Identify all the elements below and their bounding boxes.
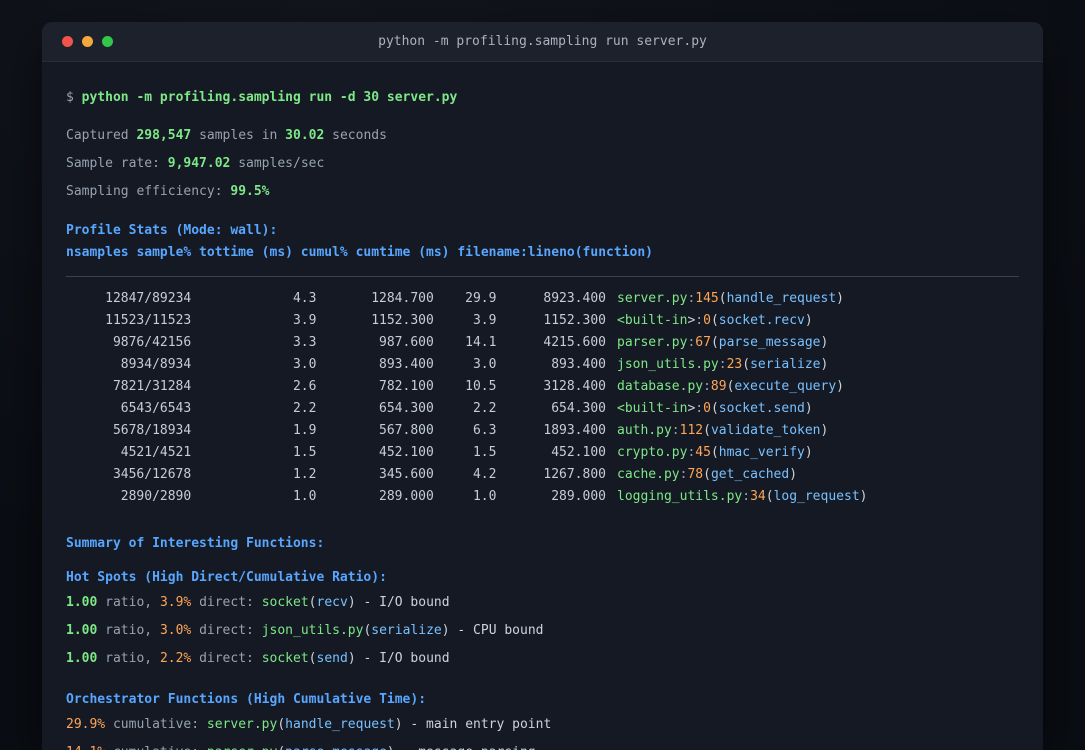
orchestrators-list: 29.9% cumulative: server.py(handle_reque…: [66, 711, 1019, 750]
cell-cumul_pct: 29.9: [465, 291, 497, 306]
stat-line: Captured 298,547 samples in 30.02 second…: [66, 128, 387, 143]
cell-tottime_ms: 1284.700: [371, 291, 434, 306]
profile-row: 2890/2890 1.0 289.000 1.0 289.000 logging_uti…: [66, 486, 1019, 508]
cell-cumtime_ms: 3128.400: [543, 379, 606, 394]
prompt-symbol: $: [66, 90, 82, 105]
cell-tottime_ms: 289.000: [379, 489, 434, 504]
cell-cumul_pct: 10.5: [465, 379, 497, 394]
profile-row: 11523/11523 3.9 1152.300 3.9 1152.300 <built-…: [66, 310, 1019, 332]
cell-cumtime_ms: 893.400: [551, 357, 606, 372]
window-title: python -m profiling.sampling run server.…: [378, 34, 707, 49]
orchestrators-title: Orchestrator Functions (High Cumulative …: [66, 692, 427, 707]
cell-tottime_ms: 567.800: [379, 423, 434, 438]
profile-table: 12847/89234 4.3 1284.700 29.9 8923.400 server…: [66, 288, 1019, 508]
hot-spot-line: 1.00 ratio, 2.2% direct: socket(send) - …: [66, 651, 450, 666]
terminal-output[interactable]: $ python -m profiling.sampling run -d 30…: [42, 62, 1043, 750]
profile-row: 12847/89234 4.3 1284.700 29.9 8923.400 server…: [66, 288, 1019, 310]
hot-spots-title: Hot Spots (High Direct/Cumulative Ratio)…: [66, 570, 387, 585]
window-controls: [62, 22, 113, 61]
cell-tottime_ms: 452.100: [379, 445, 434, 460]
cell-function: <built-in>:0(socket.send): [617, 401, 813, 416]
hot-spot-line: 1.00 ratio, 3.9% direct: socket(recv) - …: [66, 595, 450, 610]
profile-row: 4521/4521 1.5 452.100 1.5 452.100 crypto.py:4…: [66, 442, 1019, 464]
cell-cumul_pct: 4.2: [472, 467, 497, 482]
cell-sample_pct: 2.6: [292, 379, 317, 394]
cell-nsamples: 7821/31284: [112, 379, 192, 394]
cell-nsamples: 3456/12678: [112, 467, 192, 482]
cell-function: database.py:89(execute_query): [617, 379, 844, 394]
cell-tottime_ms: 893.400: [379, 357, 434, 372]
cell-sample_pct: 3.9: [292, 313, 317, 328]
cell-tottime_ms: 654.300: [379, 401, 434, 416]
cell-cumul_pct: 14.1: [465, 335, 497, 350]
cell-cumtime_ms: 1152.300: [543, 313, 606, 328]
stat-line: Sample rate: 9,947.02 samples/sec: [66, 156, 325, 171]
cell-sample_pct: 1.5: [292, 445, 317, 460]
profile-row: 7821/31284 2.6 782.100 10.5 3128.400 database…: [66, 376, 1019, 398]
profile-row: 5678/18934 1.9 567.800 6.3 1893.400 auth.py:1…: [66, 420, 1019, 442]
cell-cumtime_ms: 1893.400: [543, 423, 606, 438]
cell-nsamples: 8934/8934: [120, 357, 192, 372]
cell-tottime_ms: 987.600: [379, 335, 434, 350]
cell-nsamples: 2890/2890: [120, 489, 192, 504]
summary-title: Summary of Interesting Functions:: [66, 536, 325, 551]
cell-cumtime_ms: 289.000: [551, 489, 606, 504]
cell-function: parser.py:67(parse_message): [617, 335, 829, 350]
cell-cumtime_ms: 4215.600: [543, 335, 606, 350]
cell-cumul_pct: 1.0: [472, 489, 497, 504]
cell-sample_pct: 1.9: [292, 423, 317, 438]
cell-nsamples: 5678/18934: [112, 423, 192, 438]
cell-function: auth.py:112(validate_token): [617, 423, 829, 438]
cell-cumtime_ms: 1267.800: [543, 467, 606, 482]
maximize-button[interactable]: [102, 36, 113, 47]
cell-nsamples: 12847/89234: [105, 291, 192, 306]
cell-cumul_pct: 3.0: [472, 357, 497, 372]
cell-sample_pct: 4.3: [292, 291, 317, 306]
hot-spot-line: 1.00 ratio, 3.0% direct: json_utils.py(s…: [66, 623, 544, 638]
cell-sample_pct: 3.0: [292, 357, 317, 372]
cell-function: json_utils.py:23(serialize): [617, 357, 829, 372]
cell-nsamples: 4521/4521: [120, 445, 192, 460]
command-text: python -m profiling.sampling run -d 30 s…: [81, 90, 458, 105]
cell-cumul_pct: 3.9: [472, 313, 497, 328]
profile-row: 9876/42156 3.3 987.600 14.1 4215.600 parser.p…: [66, 332, 1019, 354]
profile-row: 3456/12678 1.2 345.600 4.2 1267.800 cache.py:…: [66, 464, 1019, 486]
cell-function: <built-in>:0(socket.recv): [617, 313, 813, 328]
minimize-button[interactable]: [82, 36, 93, 47]
orchestrator-line: 14.1% cumulative: parser.py(parse_messag…: [66, 739, 1019, 750]
cell-sample_pct: 3.3: [292, 335, 317, 350]
cell-cumtime_ms: 654.300: [551, 401, 606, 416]
table-divider: [66, 276, 1019, 277]
command-line: $ python -m profiling.sampling run -d 30…: [66, 84, 1019, 112]
profile-columns-header: nsamples sample% tottime (ms) cumul% cum…: [66, 245, 653, 260]
cell-sample_pct: 1.2: [292, 467, 317, 482]
cell-cumul_pct: 6.3: [472, 423, 497, 438]
cell-tottime_ms: 345.600: [379, 467, 434, 482]
hot-spots-list: 1.00 ratio, 3.9% direct: socket(recv) - …: [66, 589, 1019, 673]
cell-tottime_ms: 782.100: [379, 379, 434, 394]
cell-nsamples: 6543/6543: [120, 401, 192, 416]
profile-stats-title: Profile Stats (Mode: wall):: [66, 223, 278, 238]
cell-cumtime_ms: 452.100: [551, 445, 606, 460]
cell-nsamples: 9876/42156: [112, 335, 192, 350]
profile-row: 8934/8934 3.0 893.400 3.0 893.400 json_utils.…: [66, 354, 1019, 376]
cell-cumul_pct: 1.5: [472, 445, 497, 460]
orchestrator-line: 29.9% cumulative: server.py(handle_reque…: [66, 717, 552, 732]
close-button[interactable]: [62, 36, 73, 47]
cell-nsamples: 11523/11523: [105, 313, 192, 328]
cell-cumul_pct: 2.2: [472, 401, 497, 416]
stat-line: Sampling efficiency: 99.5%: [66, 184, 270, 199]
window-titlebar[interactable]: python -m profiling.sampling run server.…: [42, 22, 1043, 62]
cell-sample_pct: 1.0: [292, 489, 317, 504]
terminal-window: python -m profiling.sampling run server.…: [42, 22, 1043, 750]
cell-function: cache.py:78(get_cached): [617, 467, 798, 482]
cell-function: server.py:145(handle_request): [617, 291, 844, 306]
cell-function: crypto.py:45(hmac_verify): [617, 445, 813, 460]
profile-row: 6543/6543 2.2 654.300 2.2 654.300 <built-in>:…: [66, 398, 1019, 420]
cell-function: logging_utils.py:34(log_request): [617, 489, 868, 504]
cell-sample_pct: 2.2: [292, 401, 317, 416]
capture-stats: Captured 298,547 samples in 30.02 second…: [66, 122, 1019, 206]
cell-cumtime_ms: 8923.400: [543, 291, 606, 306]
cell-tottime_ms: 1152.300: [371, 313, 434, 328]
